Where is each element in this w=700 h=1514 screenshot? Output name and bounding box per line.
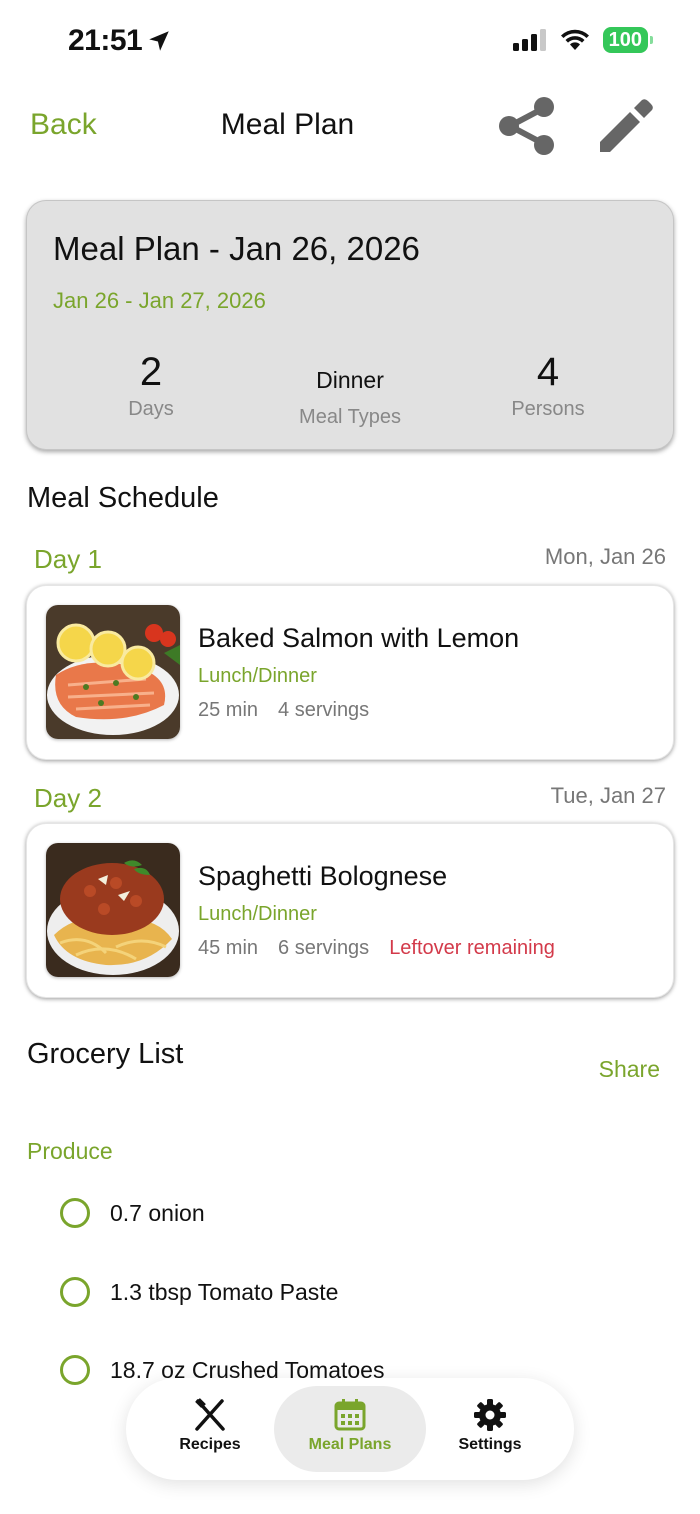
stat-meal-types: Dinner Meal Types [250, 350, 450, 429]
checkbox-circle-icon[interactable] [60, 1355, 90, 1385]
meal-time: 45 min [198, 937, 259, 959]
battery-indicator: 100 [602, 27, 654, 53]
pencil-icon[interactable] [594, 96, 656, 158]
stat-days-label: Days [128, 398, 174, 420]
salmon-thumbnail [46, 605, 180, 739]
calendar-icon [334, 1399, 366, 1431]
grocery-item-text: 1.3 tbsp Tomato Paste [110, 1278, 339, 1305]
day-2-label: Day 2 [34, 783, 102, 813]
meal-name: Baked Salmon with Lemon [198, 623, 520, 653]
tab-meal-plans-label: Meal Plans [308, 1436, 392, 1453]
location-arrow-icon [149, 31, 169, 51]
status-indicators: 100 [512, 27, 654, 53]
share-icon[interactable] [496, 94, 558, 158]
wifi-icon [560, 29, 589, 50]
cellular-signal-icon [512, 29, 546, 51]
tab-meal-plans[interactable]: Meal Plans [274, 1386, 426, 1472]
stat-persons-label: Persons [511, 398, 585, 420]
meal-card-day-2[interactable]: Spaghetti Bolognese Lunch/Dinner 45 min … [26, 823, 674, 998]
meal-type: Lunch/Dinner [198, 903, 317, 925]
stat-meal-types-value: Dinner [316, 367, 384, 393]
stat-meal-types-label: Meal Types [299, 406, 401, 428]
leftover-status: Leftover remaining [389, 937, 555, 959]
meal-card-day-1[interactable]: Baked Salmon with Lemon Lunch/Dinner 25 … [26, 585, 674, 760]
grocery-list-heading: Grocery List [27, 1038, 184, 1070]
grocery-share-button[interactable]: Share [599, 1056, 660, 1083]
stat-days: 2 Days [51, 350, 251, 421]
meal-plan-summary-card: Meal Plan - Jan 26, 2026 Jan 26 - Jan 27… [26, 200, 674, 450]
tab-settings-label: Settings [458, 1436, 522, 1453]
grocery-item-text: 0.7 onion [110, 1199, 205, 1226]
bottom-tab-bar: Recipes Meal Plans Settings [126, 1378, 574, 1480]
checkbox-circle-icon[interactable] [60, 1198, 90, 1228]
page-title: Meal Plan [220, 108, 355, 141]
stat-persons-value: 4 [536, 350, 560, 394]
meal-type: Lunch/Dinner [198, 665, 317, 687]
meal-meta: 45 min 6 servings Leftover remaining [198, 937, 555, 960]
meal-servings: 4 servings [278, 699, 370, 721]
spaghetti-thumbnail [46, 843, 180, 977]
summary-date-range: Jan 26 - Jan 27, 2026 [53, 288, 266, 313]
day-1-label: Day 1 [34, 544, 102, 574]
meal-meta: 25 min 4 servings [198, 699, 369, 722]
meal-time: 25 min [198, 699, 259, 721]
gear-icon [474, 1399, 506, 1431]
meal-name: Spaghetti Bolognese [198, 861, 448, 891]
tab-recipes[interactable]: Recipes [134, 1386, 286, 1472]
day-1-date: Mon, Jan 26 [544, 544, 666, 569]
summary-title: Meal Plan - Jan 26, 2026 [53, 230, 420, 267]
day-2-date: Tue, Jan 27 [550, 783, 666, 808]
grocery-item[interactable]: 0.7 onion [60, 1198, 205, 1228]
status-time: 21:51 [68, 24, 172, 58]
tab-recipes-label: Recipes [179, 1436, 241, 1453]
status-time-text: 21:51 [68, 24, 143, 57]
tab-settings[interactable]: Settings [414, 1386, 566, 1472]
checkbox-circle-icon[interactable] [60, 1277, 90, 1307]
meal-servings: 6 servings [278, 937, 370, 959]
grocery-item[interactable]: 1.3 tbsp Tomato Paste [60, 1277, 338, 1307]
fork-knife-icon [195, 1398, 225, 1431]
stat-days-value: 2 [139, 350, 163, 394]
stat-persons: 4 Persons [448, 350, 648, 421]
grocery-category-produce: Produce [27, 1138, 113, 1164]
meal-schedule-heading: Meal Schedule [27, 482, 219, 514]
